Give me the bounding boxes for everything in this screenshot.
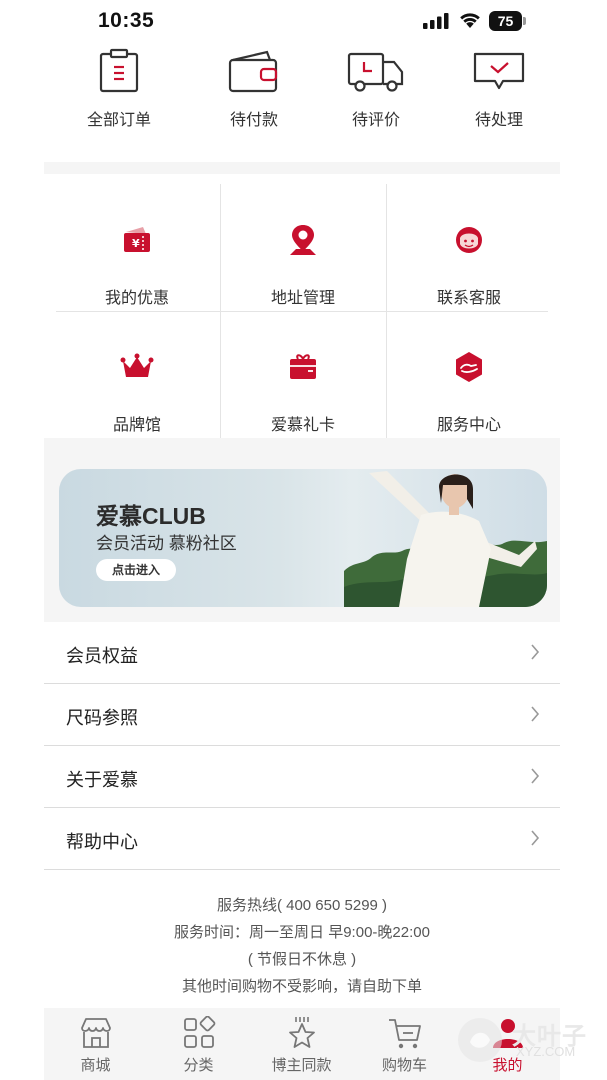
service-contact[interactable]: 联系客服 bbox=[386, 184, 552, 310]
star-icon bbox=[288, 1017, 315, 1048]
clipboard-icon bbox=[99, 48, 139, 93]
order-pending-process-button[interactable]: 待处理 bbox=[438, 44, 560, 162]
service-gift-card-label: 爱慕礼卡 bbox=[270, 417, 335, 434]
service-center-label: 服务中心 bbox=[436, 417, 501, 434]
status-time: 10:35 bbox=[98, 9, 155, 32]
settings-menu: 会员权益 尺码参照 关于爱慕 帮助中心 bbox=[44, 622, 560, 870]
order-pending-payment-button[interactable]: 待付款 bbox=[194, 44, 314, 162]
banner-title: 爱慕CLUB bbox=[96, 503, 206, 529]
cart-icon bbox=[388, 1019, 421, 1049]
battery-level: 75 bbox=[489, 11, 522, 31]
service-hotline: 服务热线( 400 650 5299 ) bbox=[216, 897, 388, 914]
banner-model-image bbox=[369, 471, 537, 607]
svg-text:¥: ¥ bbox=[132, 237, 140, 250]
tab-category[interactable]: 分类 bbox=[147, 1008, 250, 1080]
hand-service-icon bbox=[451, 349, 487, 385]
menu-help-center[interactable]: 帮助中心 bbox=[44, 808, 560, 870]
service-brand-hall[interactable]: 品牌馆 bbox=[54, 311, 220, 437]
service-coupons-label: 我的优惠 bbox=[104, 290, 169, 307]
menu-member-benefits[interactable]: 会员权益 bbox=[44, 622, 560, 684]
cellular-signal-icon bbox=[423, 13, 449, 29]
tab-cart-label: 购物车 bbox=[381, 1057, 427, 1074]
order-pending-payment-label: 待付款 bbox=[229, 112, 278, 129]
delivery-truck-icon bbox=[347, 52, 404, 92]
watermark-subtext: XYZ.COM bbox=[516, 1044, 576, 1059]
customer-service-icon bbox=[451, 222, 487, 258]
service-gift-card[interactable]: 爱慕礼卡 bbox=[220, 311, 386, 437]
store-icon bbox=[80, 1018, 111, 1048]
service-center[interactable]: 服务中心 bbox=[386, 311, 552, 437]
location-pin-icon bbox=[285, 222, 321, 258]
tab-store-label: 商城 bbox=[80, 1057, 111, 1074]
tab-blogger-picks[interactable]: 博主同款 bbox=[250, 1008, 353, 1080]
services-grid: ¥ 我的优惠 地址管理 联系客服 品牌馆 爱慕礼卡 服务中心 bbox=[44, 174, 560, 438]
gift-card-icon bbox=[285, 349, 321, 385]
order-all-label: 全部订单 bbox=[86, 112, 151, 129]
service-address-label: 地址管理 bbox=[270, 290, 335, 307]
menu-size-guide[interactable]: 尺码参照 bbox=[44, 684, 560, 746]
order-shortcuts: 全部订单 待付款 待评价 待处理 bbox=[44, 44, 560, 162]
club-banner[interactable]: 爱慕CLUB 会员活动 慕粉社区 点击进入 bbox=[59, 469, 547, 607]
tab-cart[interactable]: 购物车 bbox=[353, 1008, 456, 1080]
service-hours: 服务时间：周一至周日 早9:00-晚22:00 bbox=[174, 924, 430, 941]
service-coupons[interactable]: ¥ 我的优惠 bbox=[54, 184, 220, 310]
chevron-right-icon bbox=[531, 644, 540, 660]
menu-label: 关于爱慕 bbox=[66, 770, 138, 790]
banner-subtitle: 会员活动 慕粉社区 bbox=[96, 534, 237, 553]
order-pending-review-label: 待评价 bbox=[351, 112, 400, 129]
order-pending-process-label: 待处理 bbox=[474, 112, 523, 129]
service-address[interactable]: 地址管理 bbox=[220, 184, 386, 310]
menu-about[interactable]: 关于爱慕 bbox=[44, 746, 560, 808]
menu-label: 帮助中心 bbox=[66, 832, 138, 852]
chevron-right-icon bbox=[531, 706, 540, 722]
status-bar: 10:35 75 bbox=[0, 0, 607, 44]
tab-store[interactable]: 商城 bbox=[44, 1008, 147, 1080]
service-info: 服务热线( 400 650 5299 ) 服务时间：周一至周日 早9:00-晚2… bbox=[44, 892, 560, 1000]
menu-label: 会员权益 bbox=[66, 646, 138, 666]
wifi-icon bbox=[460, 13, 480, 28]
service-self-order-note: 其他时间购物不受影响，请自助下单 bbox=[181, 978, 422, 995]
battery-tip bbox=[523, 17, 526, 25]
service-contact-label: 联系客服 bbox=[436, 290, 501, 307]
tab-category-label: 分类 bbox=[183, 1057, 214, 1074]
menu-label: 尺码参照 bbox=[66, 708, 138, 728]
order-pending-review-button[interactable]: 待评价 bbox=[314, 44, 438, 162]
section-divider bbox=[44, 162, 560, 174]
coupon-icon: ¥ bbox=[119, 222, 155, 258]
chevron-right-icon bbox=[531, 830, 540, 846]
chevron-right-icon bbox=[531, 768, 540, 784]
battery-indicator: 75 bbox=[489, 11, 527, 31]
tab-blogger-picks-label: 博主同款 bbox=[271, 1057, 332, 1074]
message-check-icon bbox=[473, 52, 525, 90]
order-all-button[interactable]: 全部订单 bbox=[44, 44, 194, 162]
category-grid-icon bbox=[183, 1016, 215, 1048]
service-brand-hall-label: 品牌馆 bbox=[112, 417, 161, 434]
banner-enter-button[interactable]: 点击进入 bbox=[96, 559, 176, 581]
service-holiday-note: ( 节假日不休息 ) bbox=[247, 951, 357, 968]
crown-icon bbox=[119, 349, 155, 385]
wallet-icon bbox=[228, 50, 278, 93]
section-divider bbox=[44, 438, 560, 454]
